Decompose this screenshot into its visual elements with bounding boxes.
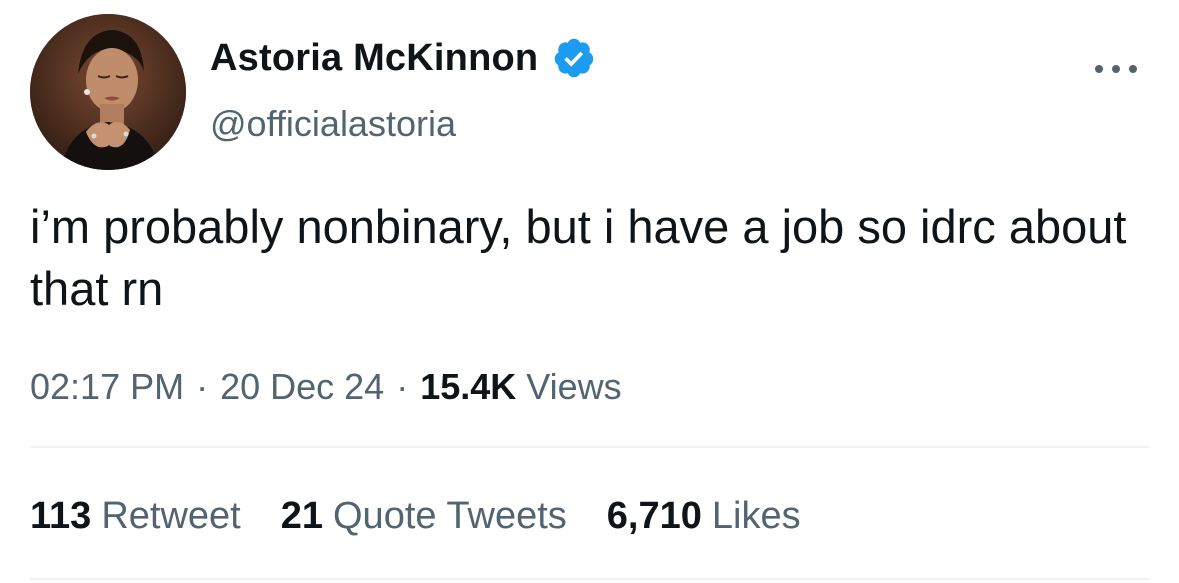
tweet-meta: 02:17 PM · 20 Dec 24 · 15.4K Views xyxy=(30,362,622,412)
divider xyxy=(30,446,1149,448)
quote-tweets-count: 21 xyxy=(280,495,323,537)
likes-count: 6,710 xyxy=(606,495,702,537)
quote-tweets-stat[interactable]: 21 Quote Tweets xyxy=(281,490,567,542)
author-name-row: Astoria McKinnon xyxy=(210,34,596,82)
likes-stat[interactable]: 6,710 Likes xyxy=(607,490,801,542)
display-name[interactable]: Astoria McKinnon xyxy=(210,34,538,82)
quote-tweets-label: Quote Tweets xyxy=(333,495,567,537)
views-count: 15.4K xyxy=(420,366,517,407)
retweets-label: Retweet xyxy=(101,495,241,537)
more-options-icon[interactable] xyxy=(1095,48,1137,90)
tweet-time[interactable]: 02:17 PM xyxy=(30,366,184,407)
verified-badge-icon xyxy=(552,36,596,80)
tweet-date[interactable]: 20 Dec 24 xyxy=(220,366,384,407)
engagement-stats: 113 Retweet 21 Quote Tweets 6,710 Likes xyxy=(30,490,841,542)
views-label: Views xyxy=(526,366,622,407)
divider xyxy=(30,578,1149,580)
tweet-text: i’m probably nonbinary, but i have a job… xyxy=(30,200,1127,315)
likes-label: Likes xyxy=(711,495,801,537)
avatar[interactable] xyxy=(30,14,186,170)
profile-photo xyxy=(30,14,186,170)
meta-separator: · xyxy=(396,366,409,407)
author-handle[interactable]: @officialastoria xyxy=(210,100,456,148)
retweets-stat[interactable]: 113 Retweet xyxy=(30,490,241,542)
meta-separator: · xyxy=(196,366,209,407)
retweets-count: 113 xyxy=(30,495,92,537)
